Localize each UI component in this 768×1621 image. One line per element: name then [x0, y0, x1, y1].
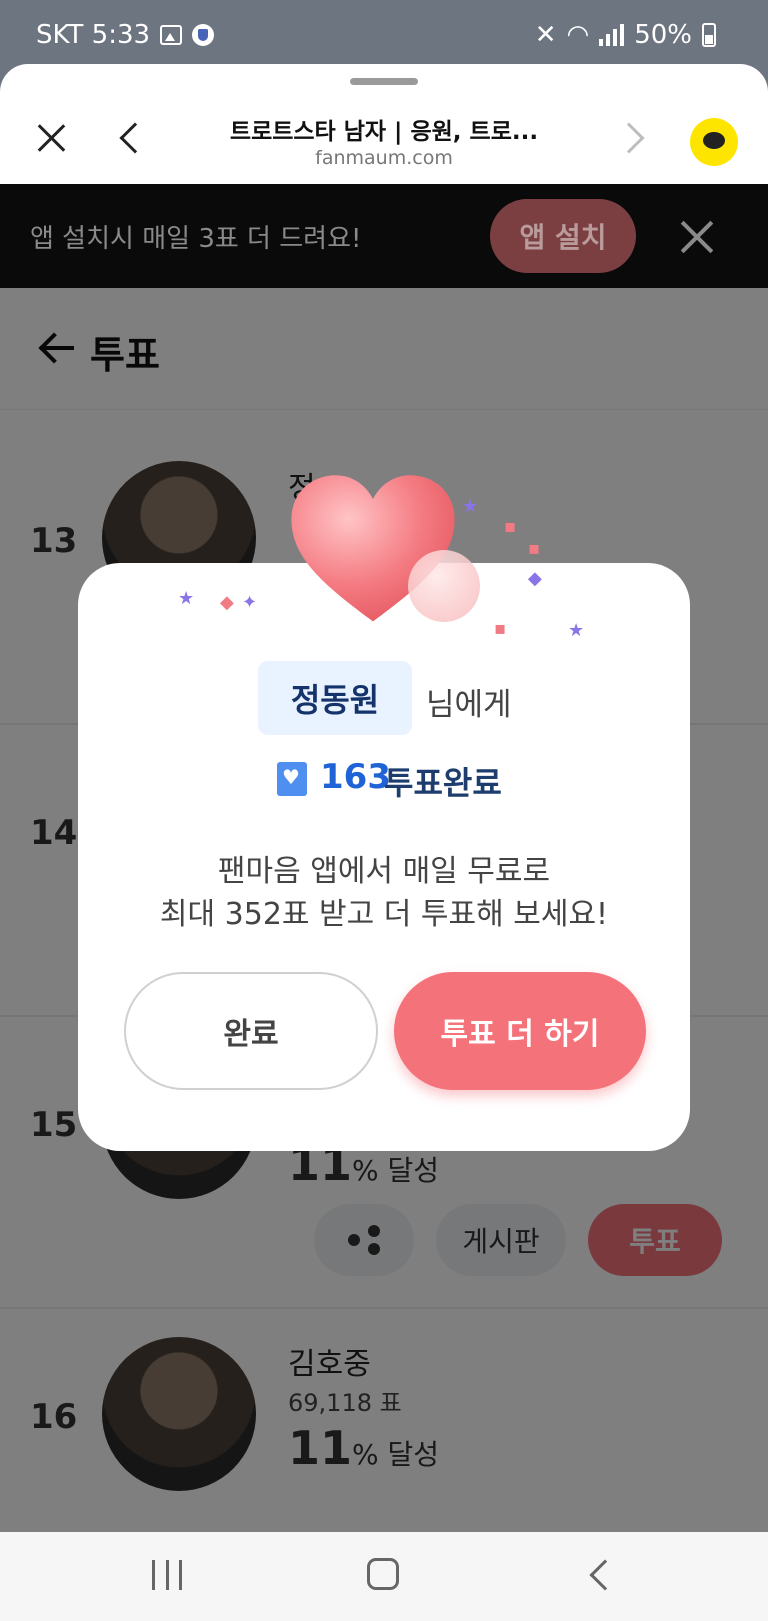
banner-close-icon[interactable] [678, 218, 716, 256]
vote-count: 163 [320, 757, 391, 797]
mute-icon: ✕ [534, 20, 557, 50]
confetti-icon: ◆ [220, 592, 234, 613]
system-nav-bar [0, 1532, 768, 1621]
confetti-icon: ★ [568, 620, 585, 641]
done-button[interactable]: 완료 [124, 972, 378, 1090]
bubble-decoration [408, 550, 480, 622]
confetti-icon: ★ [462, 496, 479, 517]
promo-message-line1: 팬마음 앱에서 매일 무료로 [217, 854, 551, 889]
vote-heart-icon [277, 762, 307, 796]
page-url: fanmaum.com [315, 147, 453, 169]
recipient-name: 정동원 [258, 661, 412, 735]
confetti-icon: ★ [178, 588, 195, 609]
promo-message-line2: 최대 352표 받고 더 투표해 보세요! [159, 897, 609, 932]
signal-icon [599, 24, 625, 46]
forward-icon[interactable] [613, 122, 645, 154]
page-title: 트로트스타 남자 | 응원, 트로... [229, 119, 539, 145]
kakao-chat-icon[interactable] [690, 118, 738, 166]
wifi-icon: ◠ [566, 20, 590, 50]
vote-more-button[interactable]: 투표 더 하기 [394, 972, 646, 1090]
battery-icon [702, 23, 716, 47]
home-icon[interactable] [367, 1558, 399, 1590]
recent-apps-icon[interactable] [152, 1560, 182, 1590]
browser-toolbar: 트로트스타 남자 | 응원, 트로... fanmaum.com [0, 64, 768, 184]
install-app-button[interactable]: 앱 설치 [490, 199, 636, 273]
status-bar: SKT 5:33 ✕ ◠ 50% [0, 0, 768, 64]
confetti-icon: ▪ [504, 516, 517, 537]
recipient-suffix: 님에게 [426, 687, 512, 723]
battery-level: 50% [634, 20, 692, 50]
vote-complete-label: 투표완료 [384, 764, 502, 802]
confetti-icon: ▪ [528, 538, 541, 559]
banner-text: 앱 설치시 매일 3표 더 드려요! [30, 224, 362, 254]
close-icon[interactable] [34, 120, 70, 156]
gallery-icon [160, 25, 183, 45]
back-icon[interactable] [119, 122, 151, 154]
carrier-time: SKT 5:33 [36, 20, 151, 50]
app-install-banner: 앱 설치시 매일 3표 더 드려요! 앱 설치 [0, 184, 768, 288]
confetti-icon: ▪ [494, 618, 507, 639]
drag-handle[interactable] [350, 78, 418, 85]
confetti-icon: ✦ [242, 592, 258, 613]
confetti-icon: ◆ [528, 568, 542, 589]
security-icon [192, 24, 215, 46]
nav-back-icon[interactable] [589, 1559, 621, 1591]
